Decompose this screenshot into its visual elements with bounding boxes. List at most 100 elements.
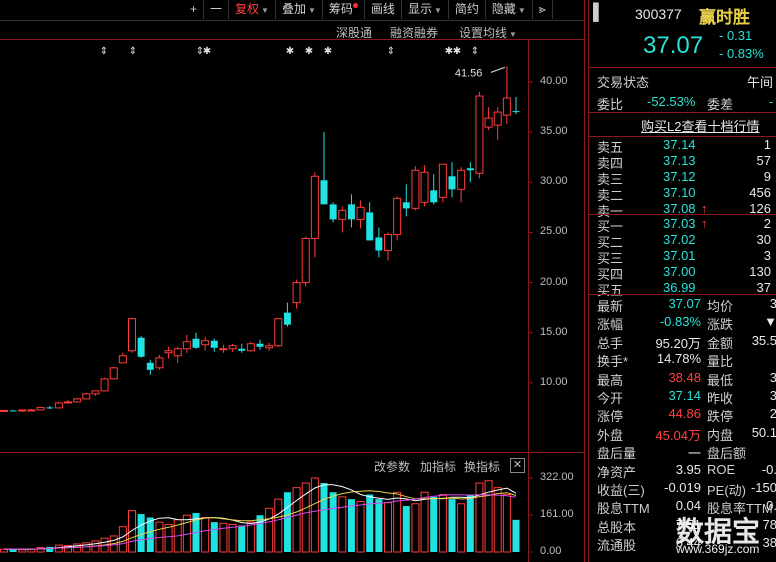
event-marker-icon[interactable]: ⇕ <box>129 46 137 57</box>
order-price: 37.02 <box>663 232 696 247</box>
candle-body <box>329 204 337 220</box>
candle-body <box>73 398 82 403</box>
candle-body <box>18 409 27 412</box>
stat-label: 盘后量 <box>597 446 637 462</box>
stat-value: 37.14 <box>668 388 701 403</box>
stat-label-2: 内盘 <box>707 427 734 443</box>
quote-panel: ▌ 300377 赢时胜 37.07 - 0.31 - 0.83% 交易状态 午… <box>588 0 776 562</box>
candle-body <box>384 233 392 251</box>
candle-body <box>512 111 520 113</box>
stat-value-2: 35.5 <box>751 332 776 348</box>
stat-value: -0.019 <box>664 480 701 495</box>
stat-label-2: 金额 <box>707 335 734 351</box>
event-marker-icon[interactable]: ⇕ <box>387 46 395 57</box>
stat-label-2: PE(动) <box>707 483 747 498</box>
stat-value: 45.04万 <box>655 427 701 443</box>
stat-value-2: 2 <box>769 406 776 422</box>
divider <box>588 112 776 113</box>
edit-params-button[interactable]: 改参数 <box>374 458 410 475</box>
stat-label: 换手* <box>597 354 629 370</box>
price-axis-label: 35.00 <box>540 125 568 138</box>
arrow-up-icon: ↑ <box>701 216 708 231</box>
stat-label: 收益(三) <box>597 483 645 498</box>
candle-body <box>246 343 255 352</box>
stat-value-2: 50.1 <box>751 424 776 440</box>
price-axis-label: 25.00 <box>540 225 568 238</box>
volume-bar <box>512 519 520 552</box>
event-marker-icon[interactable]: ✱ <box>286 46 294 57</box>
stat-label: 外盘 <box>597 427 624 443</box>
order-price: 36.99 <box>663 280 696 295</box>
volume-bar <box>246 521 255 553</box>
collapse-panel-icon[interactable]: ▌ <box>593 4 604 22</box>
volume-bar <box>283 492 291 552</box>
order-volume: 2 <box>763 216 771 231</box>
add-indicator-button[interactable]: 加指标 <box>420 458 456 475</box>
price-change: - 0.31 <box>719 28 753 43</box>
close-box-icon[interactable]: ✕ <box>510 458 525 473</box>
candle-body <box>356 206 365 220</box>
stat-value: 14.78% <box>656 351 701 367</box>
volume-bar <box>338 496 347 553</box>
volume-bar <box>128 510 136 553</box>
stat-label-2: 均价 <box>707 299 734 314</box>
stat-label: 涨停 <box>597 409 624 425</box>
event-marker-icon[interactable]: ✱ <box>324 46 332 57</box>
trade-status-label: 交易状态 <box>597 75 650 90</box>
candle-body <box>182 341 191 350</box>
order-price: 37.01 <box>663 248 696 263</box>
candle-body <box>283 312 291 325</box>
candle-body <box>366 212 374 241</box>
volume-bar <box>438 494 447 553</box>
volume-bar <box>292 487 301 553</box>
buy-l2-link[interactable]: 购买L2查看十档行情 <box>641 116 759 135</box>
switch-indicator-button[interactable]: 换指标 <box>464 458 500 475</box>
order-volume: 37 <box>756 280 771 295</box>
stat-label: 最高 <box>597 372 624 388</box>
candle-body <box>402 202 410 209</box>
volume-bar <box>164 523 173 553</box>
volume-bar <box>137 514 145 552</box>
stat-label-2: 昨收 <box>707 391 734 406</box>
candlestick-chart[interactable]: 41.56⇕ ⇕ ⇕✱ ✱ ✱ ✱ ⇕ ✱ ✱ ⇕ <box>0 0 588 562</box>
order-volume: 130 <box>749 264 771 279</box>
candle-body <box>0 409 8 412</box>
event-marker-icon[interactable]: ✱ <box>305 46 313 57</box>
candle-body <box>466 168 474 171</box>
event-marker-icon[interactable]: ⇕ <box>471 46 479 57</box>
order-price: 37.00 <box>663 264 696 279</box>
stat-value-2: 3 <box>769 388 776 403</box>
candle-body <box>347 204 355 220</box>
volume-bar <box>475 482 484 553</box>
stock-name: 赢时胜 <box>699 8 750 27</box>
weicha-label: 委差 <box>707 97 734 112</box>
order-volume: 456 <box>749 185 771 200</box>
event-marker-icon[interactable]: ⇕ <box>100 46 108 57</box>
price-axis-label: 40.00 <box>540 75 568 87</box>
order-price: 37.13 <box>663 153 696 168</box>
event-marker-icon[interactable]: ✱ <box>453 46 461 57</box>
stat-value-2: 3 <box>769 369 776 385</box>
order-volume: 3 <box>763 248 771 263</box>
volume-bar <box>502 494 511 553</box>
stat-label-2: 跌停 <box>707 409 734 425</box>
candle-body <box>54 402 63 409</box>
order-volume: 57 <box>756 153 771 168</box>
candle-body <box>375 237 383 251</box>
stat-value: 44.86 <box>668 406 701 422</box>
candle-body <box>100 378 109 392</box>
volume-bar <box>210 522 218 552</box>
candle-body <box>310 175 319 239</box>
volume-bar <box>265 507 274 553</box>
stat-label-2: 盘后额 <box>707 446 747 462</box>
price-axis-label: 20.00 <box>540 275 568 288</box>
order-price: 37.14 <box>663 137 696 152</box>
volume-bar <box>36 546 45 553</box>
stat-label-2: 最低 <box>707 372 734 388</box>
watermark-url: www.369jz.com <box>676 542 760 556</box>
stat-value-2: -0. <box>761 461 776 477</box>
stat-label-2: 涨跌 <box>707 317 734 333</box>
event-marker-icon[interactable]: ✱ <box>203 46 211 57</box>
candle-body <box>64 401 72 404</box>
stat-value: 一 <box>687 446 701 462</box>
